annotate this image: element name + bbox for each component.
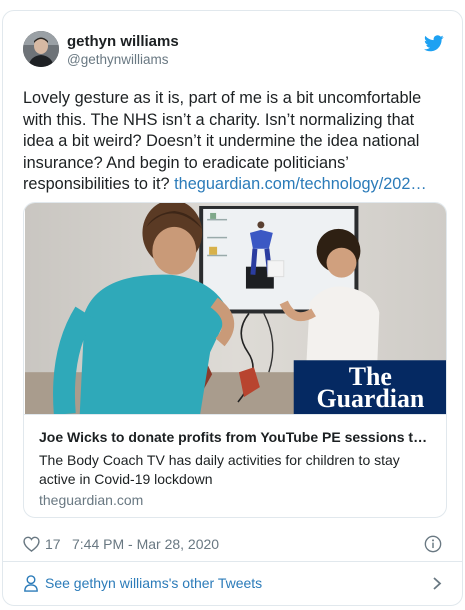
info-icon[interactable] xyxy=(424,535,442,553)
divider xyxy=(3,561,462,562)
user-name[interactable]: gethyn williams xyxy=(67,33,179,50)
person-icon xyxy=(24,575,38,592)
guardian-logo-line2: Guardian xyxy=(316,384,424,413)
tweet-meta: 17 7:44 PM - Mar 28, 2020 xyxy=(23,534,442,554)
chevron-right-icon xyxy=(433,577,442,590)
tweet-text: Lovely gesture as it is, part of me is a… xyxy=(23,88,448,196)
card-description: The Body Coach TV has daily activities f… xyxy=(39,452,400,487)
user-handle[interactable]: @gethynwilliams xyxy=(67,52,169,67)
twitter-bird-icon[interactable] xyxy=(424,35,444,52)
avatar[interactable] xyxy=(23,31,59,67)
tweet-link[interactable]: theguardian.com/technology/202… xyxy=(174,175,427,193)
tweet-header: gethyn williams @gethynwilliams xyxy=(23,31,446,71)
card-domain: theguardian.com xyxy=(39,492,144,508)
timestamp[interactable]: 7:44 PM - Mar 28, 2020 xyxy=(72,536,219,552)
embedded-tweet: gethyn williams @gethynwilliams Lovely g… xyxy=(2,10,463,606)
other-tweets-link[interactable]: See gethyn williams's other Tweets xyxy=(23,572,442,596)
other-tweets-label[interactable]: See gethyn williams's other Tweets xyxy=(45,575,262,591)
card-title[interactable]: Joe Wicks to donate profits from YouTube… xyxy=(39,429,434,445)
like-count[interactable]: 17 xyxy=(45,536,61,552)
article-image: The Guardian xyxy=(24,203,446,415)
heart-icon[interactable] xyxy=(23,536,40,552)
link-preview-card[interactable]: The Guardian Joe Wicks to donate profits… xyxy=(23,202,447,518)
